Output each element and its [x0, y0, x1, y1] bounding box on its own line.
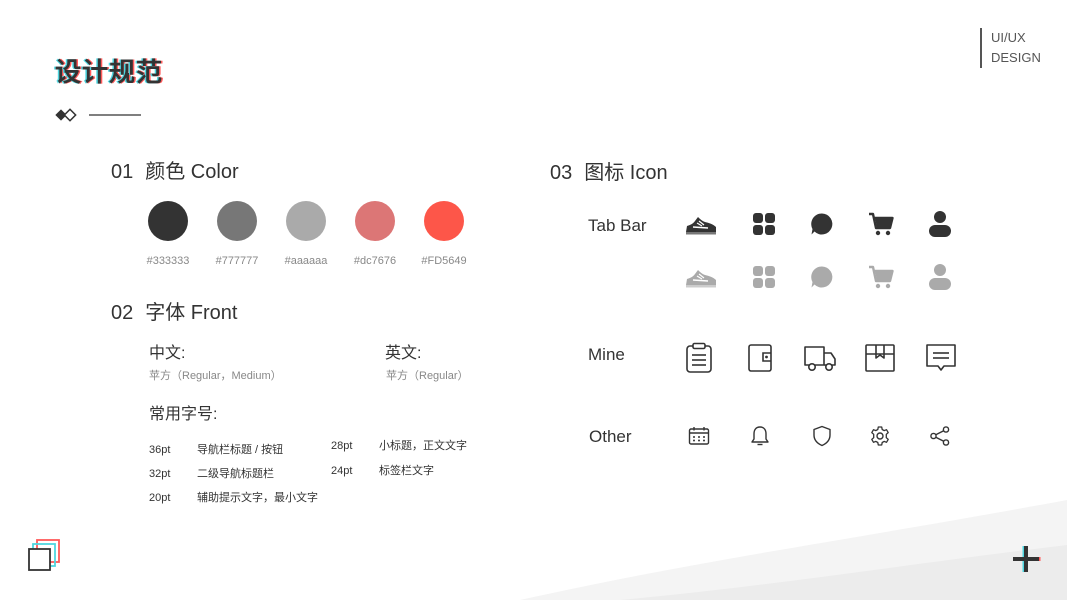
apps-grid-icon[interactable]	[747, 260, 781, 294]
font-size-row: 24pt 标签栏文字	[331, 462, 434, 478]
font-section-heading: 02 字体 Front	[111, 296, 238, 325]
font-size-value: 36pt	[149, 444, 171, 456]
user-icon[interactable]	[923, 207, 957, 241]
package-box-icon[interactable]	[863, 341, 897, 375]
section-number: 02	[111, 302, 134, 324]
section-title: 图标 Icon	[584, 162, 668, 184]
page-title: 设计规范	[55, 57, 164, 87]
font-size-row: 36pt 导航栏标题 / 按钮	[149, 441, 283, 457]
section-number: 03	[550, 162, 573, 184]
color-swatch-5	[424, 201, 464, 241]
shopping-cart-icon[interactable]	[864, 207, 898, 241]
corner-label: UI/UX DESIGN	[980, 28, 1041, 68]
other-row-label: Other	[589, 427, 632, 446]
color-swatch-2	[217, 201, 257, 241]
font-size-value: 28pt	[331, 440, 353, 452]
font-size-value: 32pt	[149, 468, 171, 480]
share-icon[interactable]	[923, 419, 957, 453]
color-swatch-3	[286, 201, 326, 241]
section-title: 颜色 Color	[145, 161, 239, 183]
font-size-value: 20pt	[149, 492, 171, 504]
chinese-font-label: 中文:	[149, 345, 186, 362]
font-size-usage: 二级导航标题栏	[197, 468, 274, 480]
settings-gear-icon[interactable]	[863, 419, 897, 453]
section-number: 01	[111, 161, 134, 183]
tab-bar-row-label: Tab Bar	[588, 216, 647, 235]
english-font-label: 英文:	[385, 345, 422, 362]
plus-icon	[1013, 546, 1041, 572]
color-section-heading: 01 颜色 Color	[111, 155, 239, 184]
color-hex-4: #dc7676	[353, 255, 397, 267]
section-title: 字体 Front	[145, 302, 238, 324]
shoe-icon[interactable]	[684, 260, 718, 294]
logo-icon	[28, 539, 60, 571]
clipboard-icon[interactable]	[682, 341, 716, 375]
chinese-font-name: 苹方（Regular，Medium）	[149, 370, 282, 382]
wallet-icon[interactable]	[743, 341, 777, 375]
calendar-icon[interactable]	[682, 419, 716, 453]
shopping-cart-icon[interactable]	[864, 260, 898, 294]
shield-icon[interactable]	[805, 419, 839, 453]
corner-label-line-1: UI/UX	[991, 30, 1026, 45]
font-size-row: 32pt 二级导航标题栏	[149, 465, 274, 481]
font-size-row: 20pt 辅助提示文字，最小文字	[149, 489, 318, 505]
font-size-usage: 标签栏文字	[379, 465, 434, 477]
user-icon[interactable]	[923, 260, 957, 294]
font-size-usage: 辅助提示文字，最小文字	[197, 492, 318, 504]
font-size-usage: 小标题，正文文字	[379, 440, 467, 452]
shoe-icon[interactable]	[684, 207, 718, 241]
chat-bubble-icon[interactable]	[805, 207, 839, 241]
color-hex-3: #aaaaaa	[284, 255, 328, 267]
common-sizes-label: 常用字号:	[149, 406, 218, 423]
title-decoration	[55, 108, 141, 122]
color-hex-1: #333333	[146, 255, 190, 267]
icon-section-heading: 03 图标 Icon	[550, 156, 668, 185]
color-swatch-1	[148, 201, 188, 241]
color-hex-2: #777777	[215, 255, 259, 267]
font-size-row: 28pt 小标题，正文文字	[331, 437, 467, 453]
color-swatch-4	[355, 201, 395, 241]
delivery-truck-icon[interactable]	[803, 341, 837, 375]
english-font-name: 苹方（Regular）	[386, 370, 469, 382]
bell-icon[interactable]	[743, 419, 777, 453]
chat-bubble-icon[interactable]	[805, 260, 839, 294]
apps-grid-icon[interactable]	[747, 207, 781, 241]
color-hex-5: #FD5649	[421, 255, 467, 267]
message-icon[interactable]	[924, 341, 958, 375]
font-size-usage: 导航栏标题 / 按钮	[197, 444, 284, 456]
font-size-value: 24pt	[331, 465, 353, 477]
mine-row-label: Mine	[588, 345, 625, 364]
corner-label-line-2: DESIGN	[991, 50, 1041, 65]
